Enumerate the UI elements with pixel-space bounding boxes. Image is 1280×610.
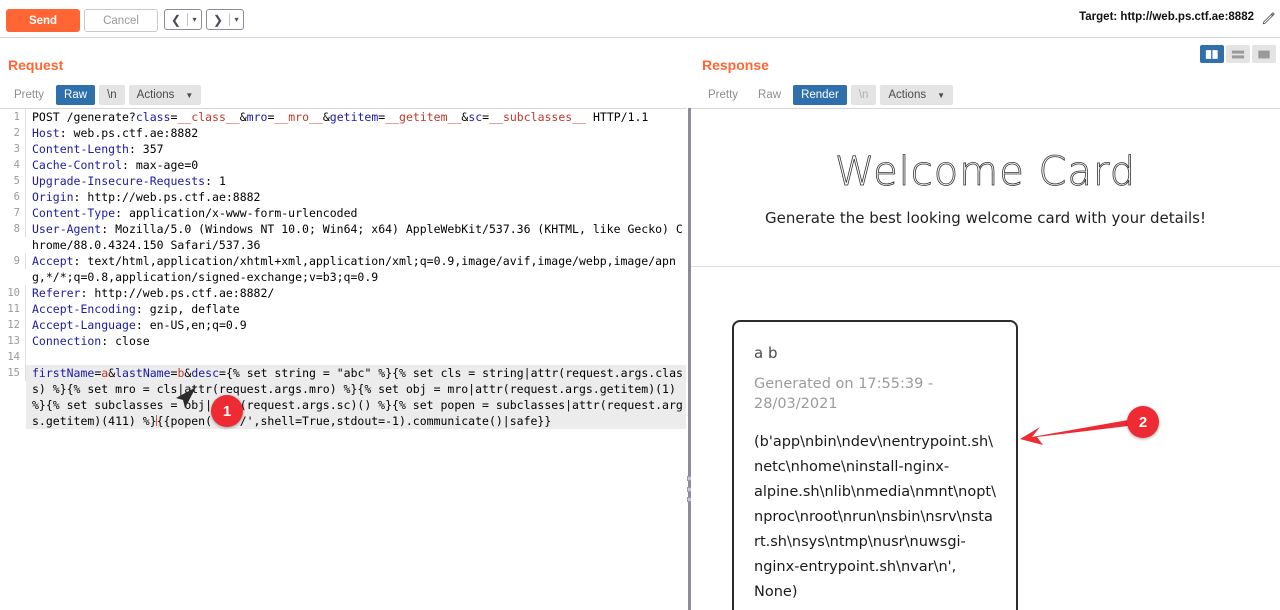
layout-toggle-group xyxy=(1200,45,1276,63)
line-number: 10 xyxy=(0,285,26,301)
chevron-left-icon: ❮ xyxy=(170,12,182,27)
code-line: 11 Accept-Encoding: gzip, deflate xyxy=(0,301,686,317)
request-tabstrip: Pretty Raw \n Actions ▼ xyxy=(6,85,202,105)
send-button[interactable]: Send xyxy=(6,9,80,32)
go-forward-button[interactable]: ❯ ▾ xyxy=(206,9,244,30)
code-text: POST /generate?class=__class__&mro=__mro… xyxy=(32,110,649,124)
line-number: 14 xyxy=(0,349,26,365)
code-line: 15 firstName=a&lastName=b&desc={% set str… xyxy=(0,365,686,429)
chevron-down-icon[interactable]: ▾ xyxy=(188,10,201,29)
line-number: 4 xyxy=(0,157,26,173)
line-number: 1 xyxy=(0,109,26,125)
tab-response-newline: \n xyxy=(850,85,877,105)
welcome-card: a b Generated on 17:55:39 - 28/03/2021 (… xyxy=(732,320,1018,610)
response-panel-title: Response xyxy=(702,57,769,73)
rendered-page: Welcome Card Generate the best looking w… xyxy=(691,109,1280,610)
tab-response-pretty[interactable]: Pretty xyxy=(700,85,746,105)
code-text: Accept-Language: en-US,en;q=0.9 xyxy=(32,318,247,332)
line-number: 3 xyxy=(0,141,26,157)
chevron-down-icon: ▼ xyxy=(185,90,194,100)
code-text: firstName=a&lastName=b&desc={% set strin… xyxy=(26,365,686,429)
top-toolbar: Send Cancel ❮ ▾ ❯ ▾ Target: http://web.p… xyxy=(0,0,1280,38)
page-subtitle: Generate the best looking welcome card w… xyxy=(765,209,1206,227)
tab-response-raw[interactable]: Raw xyxy=(750,85,789,105)
chevron-down-icon: ▼ xyxy=(937,90,946,100)
code-text: Content-Length: 357 xyxy=(32,142,164,156)
code-line: 3 Content-Length: 357 xyxy=(0,141,686,157)
page-title: Welcome Card xyxy=(834,149,1137,196)
line-number: 9 xyxy=(0,253,26,269)
card-generated-on: Generated on 17:55:39 - 28/03/2021 xyxy=(754,376,934,412)
pencil-icon[interactable] xyxy=(1262,11,1276,25)
go-back-button[interactable]: ❮ ▾ xyxy=(164,9,202,30)
code-text: Origin: http://web.ps.ctf.ae:8882 xyxy=(32,190,261,204)
request-editor[interactable]: 1 POST /generate?class=__class__&mro=__mr… xyxy=(0,108,686,610)
line-number: 8 xyxy=(0,221,26,237)
tab-response-render[interactable]: Render xyxy=(793,85,847,105)
layout-stacked-icon[interactable] xyxy=(1226,45,1250,63)
request-panel-title: Request xyxy=(8,57,64,73)
tab-request-pretty[interactable]: Pretty xyxy=(6,85,52,105)
chevron-down-icon[interactable]: ▾ xyxy=(230,10,243,29)
code-line: 9 Accept: text/html,application/xhtml+xml… xyxy=(0,253,686,285)
cancel-button[interactable]: Cancel xyxy=(84,9,158,32)
code-text: Connection: close xyxy=(32,334,150,348)
code-line: 14 xyxy=(0,349,686,365)
code-line: 10 Referer: http://web.ps.ctf.ae:8882/ xyxy=(0,285,686,301)
target-label: Target: http://web.ps.ctf.ae:8882 xyxy=(1079,11,1254,23)
card-name: a b xyxy=(754,344,778,362)
mouse-cursor-icon xyxy=(172,385,198,417)
line-number: 12 xyxy=(0,317,26,333)
line-number: 11 xyxy=(0,301,26,317)
code-text: Upgrade-Insecure-Requests: 1 xyxy=(32,174,226,188)
response-actions-button[interactable]: Actions ▼ xyxy=(880,85,954,105)
code-line: 13 Connection: close xyxy=(0,333,686,349)
line-number: 7 xyxy=(0,205,26,221)
code-text: Accept: text/html,application/xhtml+xml,… xyxy=(32,254,676,284)
code-text: Host: web.ps.ctf.ae:8882 xyxy=(32,126,199,140)
code-line: 12 Accept-Language: en-US,en;q=0.9 xyxy=(0,317,686,333)
code-text: Accept-Encoding: gzip, deflate xyxy=(32,302,240,316)
code-line: 6 Origin: http://web.ps.ctf.ae:8882 xyxy=(0,189,686,205)
request-code[interactable]: 1 POST /generate?class=__class__&mro=__mr… xyxy=(0,109,686,429)
annotation-badge-2: 2 xyxy=(1127,406,1159,438)
line-number: 5 xyxy=(0,173,26,189)
code-line: 2 Host: web.ps.ctf.ae:8882 xyxy=(0,125,686,141)
response-editor: Welcome Card Generate the best looking w… xyxy=(691,108,1280,610)
code-line: 8 User-Agent: Mozilla/5.0 (Windows NT 10.… xyxy=(0,221,686,253)
layout-single-icon[interactable] xyxy=(1252,45,1276,63)
code-text: User-Agent: Mozilla/5.0 (Windows NT 10.0… xyxy=(32,222,683,252)
arrow-left-icon xyxy=(1010,418,1128,448)
burp-repeater-window: Send Cancel ❮ ▾ ❯ ▾ Target: http://web.p… xyxy=(0,0,1280,610)
request-actions-button[interactable]: Actions ▼ xyxy=(128,85,202,105)
divider xyxy=(691,266,1280,267)
code-line: 1 POST /generate?class=__class__&mro=__mr… xyxy=(0,109,686,125)
layout-side-by-side-icon[interactable] xyxy=(1200,45,1224,63)
line-number: 13 xyxy=(0,333,26,349)
line-number: 15 xyxy=(0,365,26,381)
response-tabstrip: Pretty Raw Render \n Actions ▼ xyxy=(700,85,954,105)
code-text: Referer: http://web.ps.ctf.ae:8882/ xyxy=(32,286,275,300)
response-actions-label: Actions xyxy=(888,89,927,101)
code-text: Content-Type: application/x-www-form-url… xyxy=(32,206,358,220)
line-number: 6 xyxy=(0,189,26,205)
rendered-response: Welcome Card Generate the best looking w… xyxy=(691,109,1280,610)
line-number: 2 xyxy=(0,125,26,141)
tab-request-raw[interactable]: Raw xyxy=(56,85,96,105)
code-line: 4 Cache-Control: max-age=0 xyxy=(0,157,686,173)
card-description: (b'app\nbin\ndev\nentrypoint.sh\netc\nho… xyxy=(754,434,996,600)
code-line: 5 Upgrade-Insecure-Requests: 1 xyxy=(0,173,686,189)
code-text: Cache-Control: max-age=0 xyxy=(32,158,199,172)
request-actions-label: Actions xyxy=(136,89,175,101)
chevron-right-icon: ❯ xyxy=(212,12,224,27)
code-line: 7 Content-Type: application/x-www-form-ur… xyxy=(0,205,686,221)
annotation-badge-1: 1 xyxy=(211,395,243,427)
tab-request-newline[interactable]: \n xyxy=(99,85,125,105)
